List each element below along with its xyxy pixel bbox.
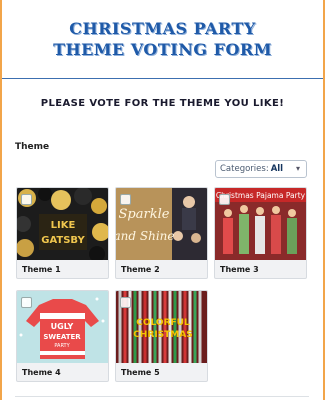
form-subtitle: Please vote for the theme you like! <box>40 98 285 109</box>
svg-text:LIKE: LIKE <box>51 220 76 231</box>
theme-3-checkbox[interactable] <box>219 194 230 205</box>
theme-option-1[interactable]: LIKE GATSBY Theme 1 <box>16 187 109 279</box>
theme-4-checkbox[interactable] <box>21 297 32 308</box>
theme-option-3[interactable]: Christmas Pajama Party! Theme 3 <box>214 187 307 279</box>
theme-4-label: Theme 4 <box>22 368 61 377</box>
theme-option-2[interactable]: Sparkle and Shine Theme 2 <box>115 187 208 279</box>
category-filter-dropdown[interactable]: Categories: All ▾ <box>215 160 307 178</box>
svg-text:and Shine: and Shine <box>116 229 175 243</box>
chevron-down-icon: ▾ <box>295 164 300 173</box>
theme-1-checkbox[interactable] <box>21 194 32 205</box>
theme-1-label: Theme 1 <box>22 265 61 274</box>
svg-text:CHRISTMAS: CHRISTMAS <box>133 330 192 340</box>
svg-text:SWEATER: SWEATER <box>43 333 81 341</box>
filter-label: Categories: <box>220 164 269 174</box>
theme-5-checkbox[interactable] <box>120 297 131 308</box>
theme-5-label: Theme 5 <box>121 368 160 377</box>
form-header: Christmas Party Theme Voting Form <box>2 0 323 79</box>
form-title: Christmas Party Theme Voting Form <box>53 19 272 59</box>
filter-value: All <box>270 164 284 174</box>
svg-text:UGLY: UGLY <box>51 322 74 331</box>
question-label: Theme <box>15 142 50 152</box>
svg-text:GATSBY: GATSBY <box>41 235 85 246</box>
theme-2-checkbox[interactable] <box>120 194 131 205</box>
theme-option-4[interactable]: UGLY SWEATER PARTY Theme 4 <box>16 290 109 382</box>
svg-text:COLORFUL: COLORFUL <box>136 318 190 328</box>
theme-option-5[interactable]: COLORFUL CHRISTMAS Theme 5 <box>115 290 208 382</box>
svg-text:Sparkle: Sparkle <box>119 207 170 222</box>
svg-text:PARTY: PARTY <box>54 343 70 349</box>
theme-2-label: Theme 2 <box>121 265 160 274</box>
divider <box>15 396 309 397</box>
theme-3-label: Theme 3 <box>220 265 259 274</box>
